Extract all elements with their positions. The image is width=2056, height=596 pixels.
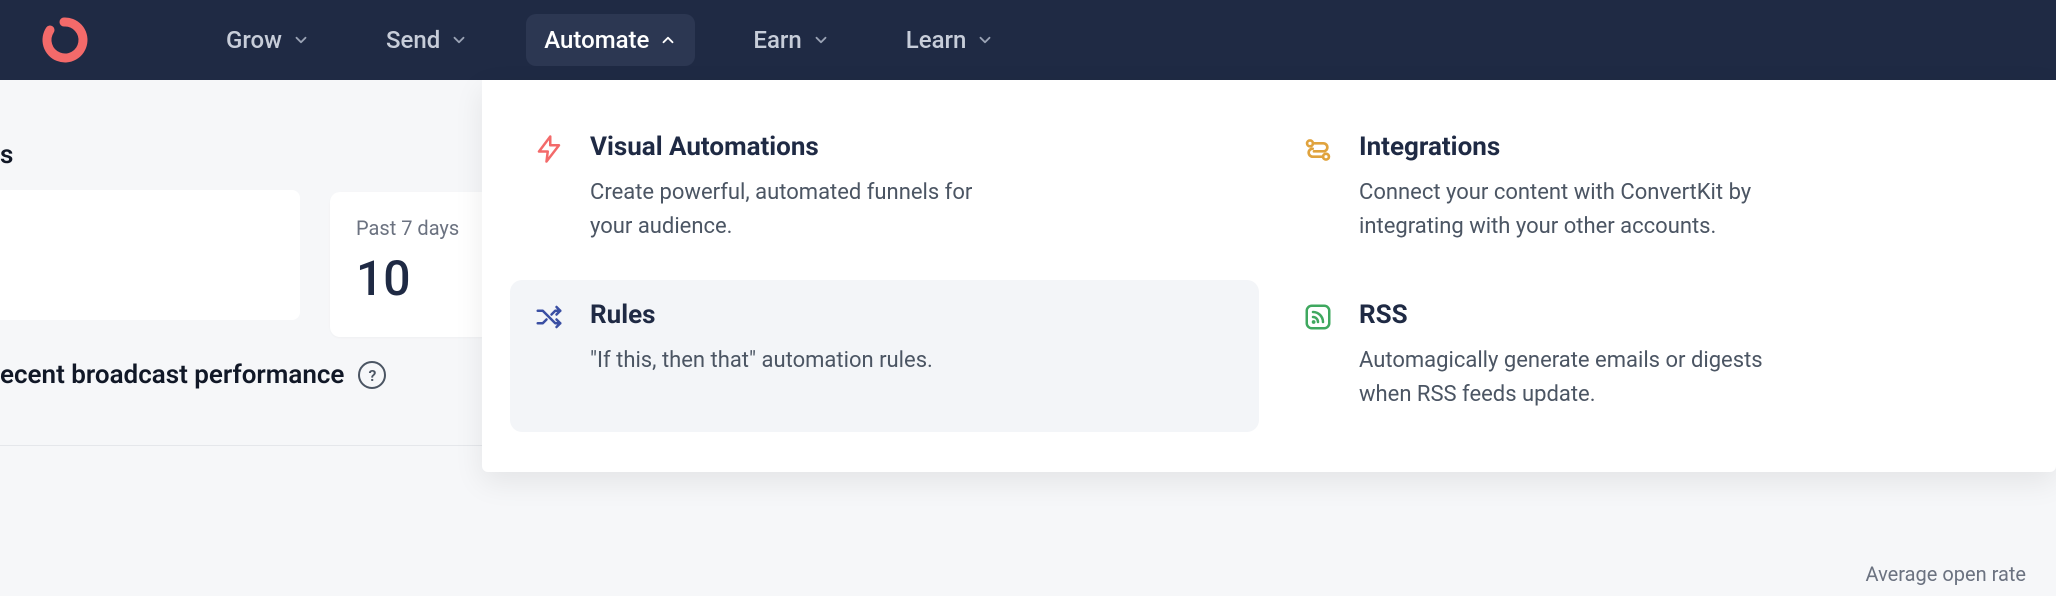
shuffle-icon [532,302,566,336]
nav-item-send[interactable]: Send [368,14,486,66]
menu-item-desc: Create powerful, automated funnels for y… [590,176,1010,244]
avg-open-rate-label: Average open rate [1866,562,2026,586]
help-glyph: ? [368,366,376,385]
nav-label: Automate [544,26,649,54]
divider [0,445,490,446]
chevron-down-icon [976,31,994,49]
convertkit-logo[interactable] [40,16,88,64]
nav-label: Send [386,26,440,54]
chevron-up-icon [659,31,677,49]
partial-card [0,190,300,320]
menu-item-rss[interactable]: RSS Automagically generate emails or dig… [1279,280,2028,432]
chevron-down-icon [450,31,468,49]
nav-item-learn[interactable]: Learn [888,14,1013,66]
integrations-icon [1301,134,1335,168]
section-title: ecent broadcast performance [0,360,344,390]
nav-item-automate[interactable]: Automate [526,14,695,66]
menu-item-desc: Connect your content with ConvertKit by … [1359,176,1779,244]
menu-item-title: Rules [590,300,933,330]
nav-label: Learn [906,26,967,54]
nav-item-earn[interactable]: Earn [735,14,847,66]
bolt-icon [532,134,566,168]
top-navbar: Grow Send Automate Earn Learn [0,0,2056,80]
menu-item-desc: Automagically generate emails or digests… [1359,344,1779,412]
menu-item-title: Visual Automations [590,132,1010,162]
menu-item-title: Integrations [1359,132,1779,162]
help-icon[interactable]: ? [358,361,386,389]
menu-item-visual-automations[interactable]: Visual Automations Create powerful, auto… [510,112,1259,264]
menu-item-desc: "If this, then that" automation rules. [590,344,933,378]
chevron-down-icon [812,31,830,49]
menu-item-title: RSS [1359,300,1779,330]
chevron-down-icon [292,31,310,49]
menu-item-rules[interactable]: Rules "If this, then that" automation ru… [510,280,1259,432]
nav-label: Earn [753,26,801,54]
nav-item-grow[interactable]: Grow [208,14,328,66]
section-header-row: ecent broadcast performance ? [0,360,386,390]
truncated-heading: s [0,140,13,170]
nav-label: Grow [226,26,282,54]
rss-icon [1301,302,1335,336]
nav-items: Grow Send Automate Earn Learn [208,14,1012,66]
automate-megamenu: Visual Automations Create powerful, auto… [482,80,2056,472]
menu-item-integrations[interactable]: Integrations Connect your content with C… [1279,112,2028,264]
